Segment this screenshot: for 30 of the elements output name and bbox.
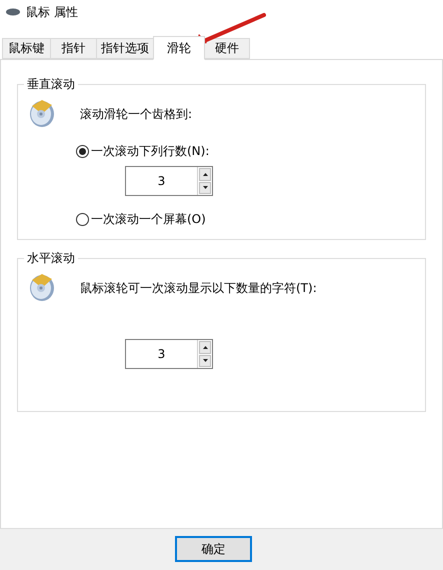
up-arrow-icon <box>202 346 208 349</box>
down-arrow-icon <box>202 359 208 362</box>
tab[interactable]: 指针选项 <box>96 38 154 59</box>
spin-down-button[interactable] <box>199 182 211 194</box>
radio-label[interactable]: 一次滚动下列行数(N): <box>91 142 210 160</box>
scroll-prompt: 鼠标滚轮可一次滚动显示以下数量的字符(T): <box>80 280 317 297</box>
radio-button[interactable] <box>76 144 89 158</box>
tab[interactable]: 指针 <box>50 38 97 59</box>
radio-label[interactable]: 一次滚动一个屏幕(O) <box>91 210 206 228</box>
mouse-wheel-icon <box>28 97 56 129</box>
tab[interactable]: 硬件 <box>204 38 250 59</box>
group-title: 垂直滚动 <box>24 76 78 92</box>
scroll-prompt: 滚动滑轮一个齿格到: <box>80 106 194 123</box>
spinner-value: 3 <box>156 173 166 190</box>
number-spinner[interactable]: 3 <box>125 339 213 369</box>
up-arrow-icon <box>202 172 208 176</box>
spinner-value: 3 <box>156 346 166 363</box>
ok-button[interactable]: 确定 <box>175 536 252 562</box>
down-arrow-icon <box>202 186 208 190</box>
mouse-wheel-icon <box>28 271 56 303</box>
group-title: 水平滚动 <box>24 250 78 266</box>
tab[interactable]: 滑轮 <box>153 36 205 60</box>
number-spinner[interactable]: 3 <box>125 166 213 196</box>
window-title: 鼠标 属性 <box>26 4 78 21</box>
spin-up-button[interactable] <box>199 341 211 354</box>
tab[interactable]: 鼠标键 <box>2 38 51 59</box>
spin-up-button[interactable] <box>199 168 211 180</box>
radio-button[interactable] <box>76 212 89 226</box>
spin-down-button[interactable] <box>199 354 211 367</box>
mouse-icon <box>6 8 20 16</box>
